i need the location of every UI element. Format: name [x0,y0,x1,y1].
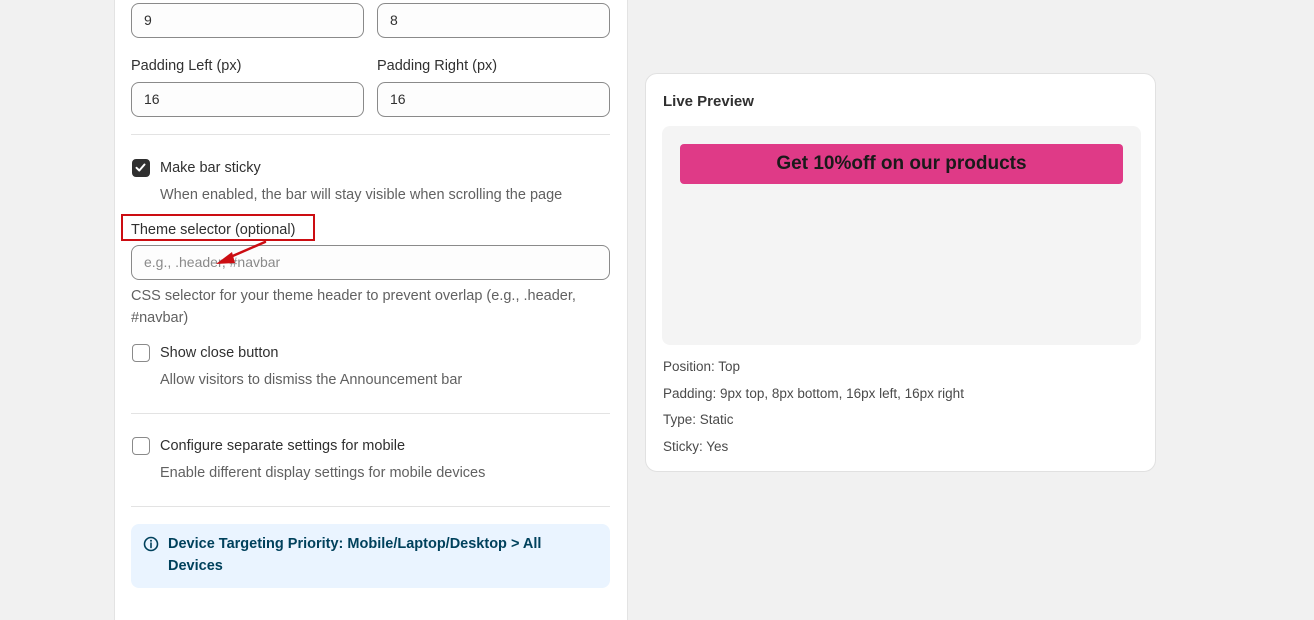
sticky-checkbox[interactable] [132,159,150,177]
close-button-checkbox[interactable] [132,344,150,362]
sticky-label[interactable]: Make bar sticky [160,160,261,176]
padding-left-value: 16 [144,91,160,107]
theme-selector-input[interactable]: e.g., .header, #navbar [131,245,610,280]
device-targeting-line1: Device Targeting Priority: Mobile/Laptop… [168,536,542,552]
padding-right-input[interactable]: 16 [377,82,610,117]
close-button-label[interactable]: Show close button [160,345,279,361]
padding-left-input[interactable]: 16 [131,82,364,117]
padding-top-value: 9 [144,12,152,28]
info-circle-icon [143,536,159,552]
mobile-settings-label[interactable]: Configure separate settings for mobile [160,438,405,454]
theme-selector-help-line1: CSS selector for your theme header to pr… [131,288,576,304]
preview-padding-text: Padding: 9px top, 8px bottom, 16px left,… [663,386,964,401]
mobile-settings-help-text: Enable different display settings for mo… [160,465,486,481]
theme-selector-help-line2: #navbar) [131,310,189,326]
sticky-help-text: When enabled, the bar will stay visible … [160,187,563,203]
padding-top-input[interactable]: 9 [131,3,364,38]
mobile-settings-checkbox[interactable] [132,437,150,455]
close-button-help-text: Allow visitors to dismiss the Announceme… [160,372,463,388]
checkmark-icon [135,163,146,172]
padding-bottom-input[interactable]: 8 [377,3,610,38]
preview-sticky-text: Sticky: Yes [663,439,729,454]
red-arrow-icon [216,240,267,264]
padding-bottom-value: 8 [390,12,398,28]
annotation-highlight-box [121,214,315,241]
padding-right-value: 16 [390,91,406,107]
preview-type-text: Type: Static [663,412,734,427]
announcement-bar-preview: Get 10%off on our products [680,144,1123,184]
device-targeting-text: Device Targeting Priority: Mobile/Laptop… [168,533,588,577]
divider [131,134,610,135]
divider [131,413,610,414]
padding-right-label: Padding Right (px) [377,58,498,74]
live-preview-title: Live Preview [663,93,754,110]
device-targeting-line2: Devices [168,558,223,574]
padding-left-label: Padding Left (px) [131,58,242,74]
divider [131,506,610,507]
preview-position-text: Position: Top [663,359,741,374]
